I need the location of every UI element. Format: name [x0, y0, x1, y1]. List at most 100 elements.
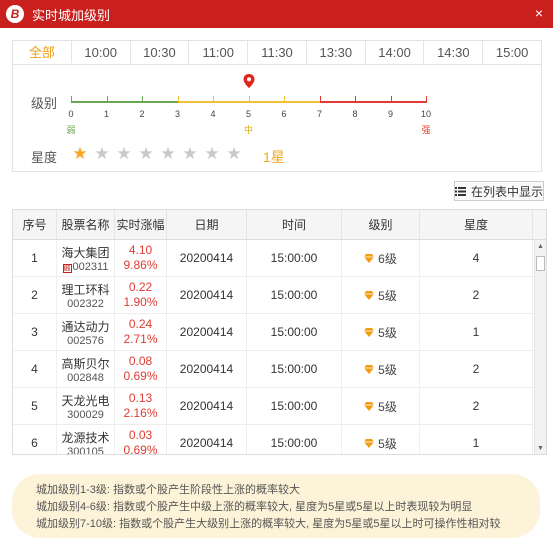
table-row[interactable]: 1 海大集团融 002311 4.10 9.86% 20200414 15:00:00 6级 4 [13, 240, 546, 277]
star-icon[interactable]: ★ [223, 144, 245, 164]
cell-level: 6级 [342, 240, 420, 276]
cell-no: 2 [13, 277, 57, 313]
stock-name: 理工环科 [61, 282, 110, 297]
cell-change: 0.22 1.90% [115, 277, 167, 313]
level-tick [319, 96, 321, 103]
star-icon[interactable]: ★ [69, 144, 91, 164]
stock-code-text: 300105 [67, 445, 104, 455]
cell-stars: 2 [420, 351, 533, 387]
cell-change: 0.03 0.69% [115, 425, 167, 455]
cell-stars: 1 [420, 425, 533, 454]
stock-code-text: 002311 [72, 260, 109, 273]
tab-1430[interactable]: 14:30 [424, 41, 484, 64]
level-tick-label: 3 [174, 109, 181, 119]
stock-code-text: 300029 [67, 408, 104, 421]
scroll-thumb[interactable] [536, 256, 545, 271]
tab-1130[interactable]: 11:30 [248, 41, 307, 64]
col-level[interactable]: 级别 [342, 210, 420, 239]
level-tick-label: 5 [245, 109, 252, 119]
tab-1100[interactable]: 11:00 [189, 41, 249, 64]
scroll-up-icon[interactable]: ▲ [537, 243, 544, 250]
level-pin-icon[interactable] [243, 74, 255, 88]
cell-stars: 2 [420, 388, 533, 424]
scroll-down-icon[interactable]: ▼ [537, 445, 544, 452]
list-icon [455, 186, 466, 196]
level-tick-label: 8 [352, 109, 358, 119]
tab-1030[interactable]: 10:30 [131, 41, 190, 64]
tab-all[interactable]: 全部 [13, 41, 72, 64]
level-value: 5级 [378, 288, 397, 303]
level-tick [213, 96, 214, 103]
diamond-icon [364, 401, 375, 411]
col-stars[interactable]: 星度 [420, 210, 533, 239]
star-rating[interactable]: ★ ★ ★ ★ ★ ★ ★ ★ [69, 144, 245, 164]
stock-name: 龙源技术 [61, 430, 110, 445]
col-change[interactable]: 实时涨幅 [115, 210, 167, 239]
tab-1000[interactable]: 10:00 [72, 41, 131, 64]
stock-name: 天龙光电 [61, 393, 110, 408]
cell-time: 15:00:00 [247, 425, 342, 454]
table-row[interactable]: 2 理工环科 002322 0.22 1.90% 20200414 15:00:00 5级 2 [13, 277, 546, 314]
cell-date: 20200414 [167, 351, 247, 387]
cell-time: 15:00:00 [247, 277, 342, 313]
level-value: 5级 [378, 325, 397, 340]
cell-date: 20200414 [167, 240, 247, 276]
change-value: 0.24 [128, 317, 153, 331]
level-label: 级别 [31, 96, 58, 111]
star-icon[interactable]: ★ [201, 144, 223, 164]
level-tick [177, 96, 179, 103]
level-tick [142, 96, 143, 103]
tab-1500[interactable]: 15:00 [483, 41, 541, 64]
level-tick [71, 96, 72, 103]
stock-code: 002848 [67, 372, 104, 384]
stock-name: 海大集团 [61, 245, 110, 260]
cell-level: 5级 [342, 388, 420, 424]
level-tick [426, 96, 427, 103]
level-caption-mid: 中 [243, 125, 254, 135]
col-date[interactable]: 日期 [167, 210, 247, 239]
star-icon[interactable]: ★ [179, 144, 201, 164]
level-tick-label: 4 [210, 109, 216, 119]
level-tick [248, 96, 250, 103]
cell-stock: 通达动力 002576 [57, 314, 115, 350]
level-tick-label: 7 [316, 109, 323, 119]
col-no[interactable]: 序号 [13, 210, 57, 239]
table-row[interactable]: 6 龙源技术 300105 0.03 0.69% 20200414 15:00:00 5级 1 [13, 425, 546, 455]
tab-1400[interactable]: 14:00 [366, 41, 425, 64]
table-row[interactable]: 5 天龙光电 300029 0.13 2.16% 20200414 15:00:00 5级 2 [13, 388, 546, 425]
show-in-list-button[interactable]: 在列表中显示 [454, 181, 544, 201]
table-row[interactable]: 3 通达动力 002576 0.24 2.71% 20200414 15:00:00 5级 1 [13, 314, 546, 351]
table-row[interactable]: 4 高斯贝尔 002848 0.08 0.69% 20200414 15:00:00 5级 2 [13, 351, 546, 388]
col-time[interactable]: 时间 [247, 210, 342, 239]
star-icon[interactable]: ★ [91, 144, 113, 164]
cell-date: 20200414 [167, 425, 247, 454]
cell-level: 5级 [342, 277, 420, 313]
level-tick [390, 96, 392, 103]
level-segment [355, 101, 391, 103]
tab-1330[interactable]: 13:30 [307, 41, 366, 64]
change-percent: 0.69% [123, 443, 158, 455]
diamond-icon [364, 438, 375, 448]
star-icon[interactable]: ★ [135, 144, 157, 164]
cell-stars: 2 [420, 277, 533, 313]
level-tick-label: 10 [420, 109, 432, 119]
col-name[interactable]: 股票名称 [57, 210, 115, 239]
level-value: 5级 [378, 362, 397, 377]
change-value: 0.08 [128, 354, 153, 368]
close-icon[interactable]: × [535, 5, 543, 21]
level-segment [284, 101, 320, 103]
stock-code: 002576 [67, 335, 104, 347]
cell-time: 15:00:00 [247, 351, 342, 387]
cell-stock: 高斯贝尔 002848 [57, 351, 115, 387]
star-icon[interactable]: ★ [113, 144, 135, 164]
stock-name: 高斯贝尔 [61, 356, 110, 371]
cell-stars: 4 [420, 240, 533, 276]
star-icon[interactable]: ★ [157, 144, 179, 164]
note-line: 城加级别4-6级: 指数或个股产生中级上涨的概率较大, 星度为5星或5星以上时表… [36, 501, 473, 513]
change-percent: 0.69% [123, 369, 158, 383]
level-scale[interactable]: 0 1 2 3 4 5 6 7 8 9 10 弱 中 强 [66, 96, 431, 141]
level-caption-strong: 强 [421, 125, 431, 135]
table-scrollbar[interactable]: ▲ ▼ [534, 240, 546, 454]
stock-code: 300105 [67, 445, 104, 455]
cell-change: 0.24 2.71% [115, 314, 167, 350]
